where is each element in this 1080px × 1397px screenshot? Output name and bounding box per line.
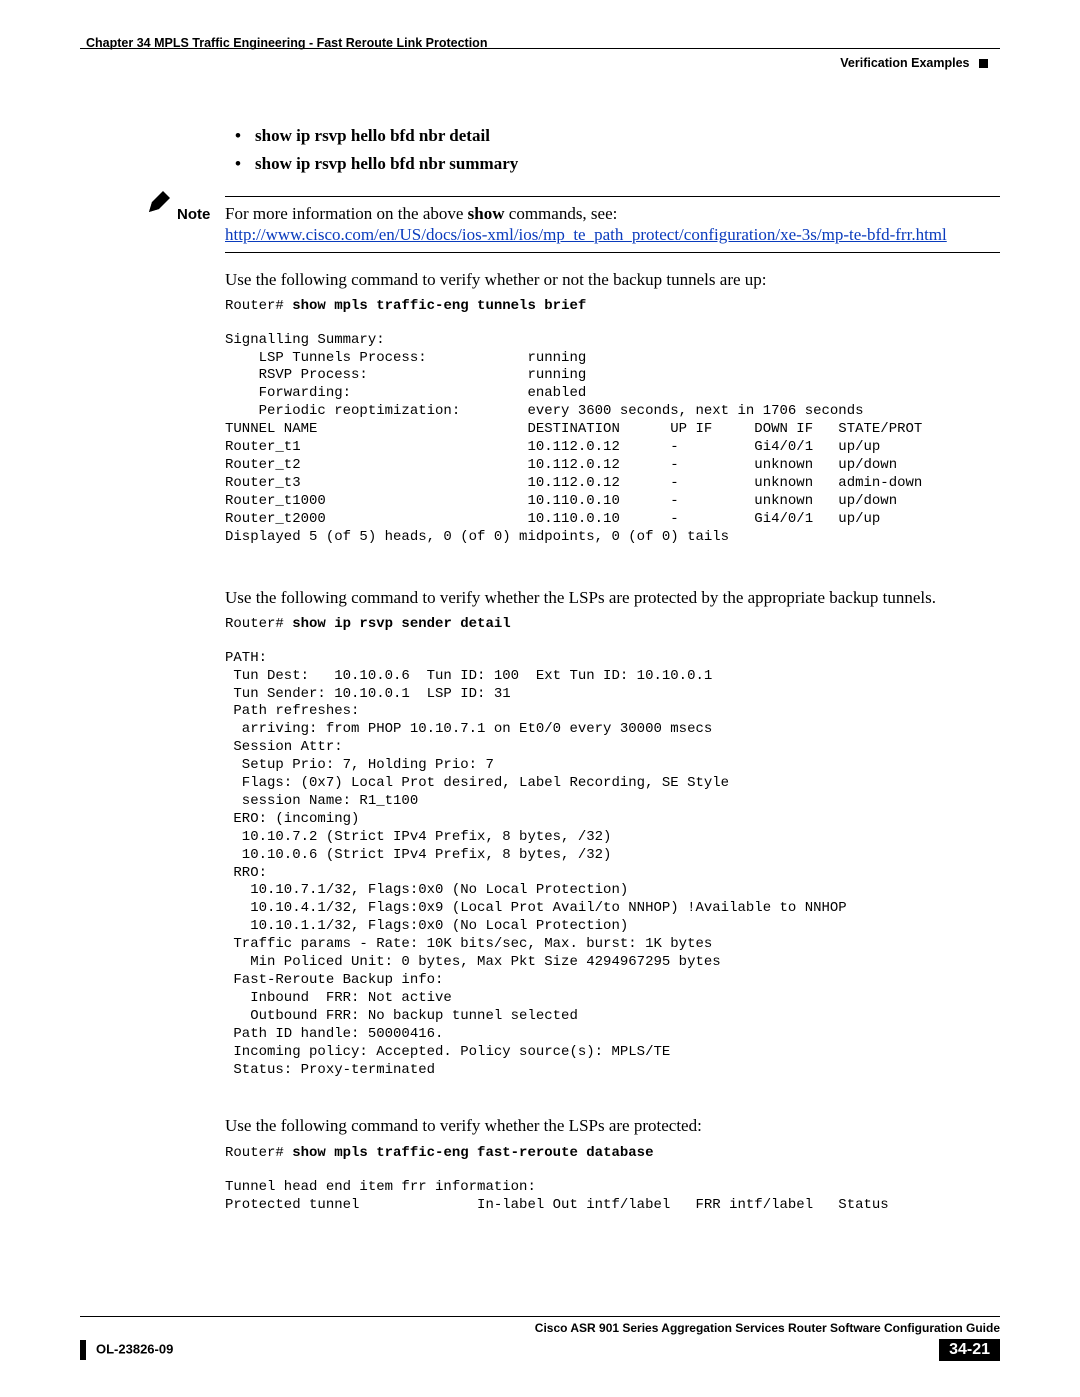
note-text-mid: commands, see: — [505, 204, 618, 223]
footer-title: Cisco ASR 901 Series Aggregation Service… — [80, 1321, 1000, 1335]
note-link[interactable]: http://www.cisco.com/en/US/docs/ios-xml/… — [225, 225, 947, 244]
output-block-2: PATH: Tun Dest: 10.10.0.6 Tun ID: 100 Ex… — [225, 632, 1000, 1080]
footer-left: OL-23826-09 — [80, 1340, 173, 1360]
pencil-icon — [145, 190, 173, 216]
note-body: For more information on the above show c… — [225, 203, 1000, 252]
note-block: Note For more information on the above s… — [145, 196, 1000, 253]
command-2: show ip rsvp sender detail — [292, 616, 510, 632]
prompt-1: Router# — [225, 298, 292, 314]
command-line-3: Router# show mpls traffic-eng fast-rerou… — [225, 1143, 1000, 1161]
bullet-item-2: show ip rsvp hello bfd nbr summary — [225, 154, 1000, 174]
command-line-1: Router# show mpls traffic-eng tunnels br… — [225, 296, 1000, 314]
paragraph-2: Use the following command to verify whet… — [225, 587, 1000, 608]
note-text-prefix: For more information on the above — [225, 204, 468, 223]
page-number: 34-21 — [939, 1339, 1000, 1361]
footer-bar-icon — [80, 1340, 86, 1360]
paragraph-1: Use the following command to verify whet… — [225, 269, 1000, 290]
bullet-item-1: show ip rsvp hello bfd nbr detail — [225, 126, 1000, 146]
command-1: show mpls traffic-eng tunnels brief — [292, 298, 586, 314]
header-square-icon — [979, 59, 988, 68]
header-rule — [80, 48, 1000, 49]
output-block-1: Signalling Summary: LSP Tunnels Process:… — [225, 314, 1000, 547]
prompt-3: Router# — [225, 1145, 292, 1161]
prompt-2: Router# — [225, 616, 292, 632]
footer-doc-number: OL-23826-09 — [96, 1342, 173, 1357]
command-3: show mpls traffic-eng fast-reroute datab… — [292, 1145, 653, 1161]
note-bold-word: show — [468, 204, 505, 223]
command-line-2: Router# show ip rsvp sender detail — [225, 614, 1000, 632]
paragraph-3: Use the following command to verify whet… — [225, 1115, 1000, 1136]
section-text: Verification Examples — [840, 56, 969, 70]
section-heading: Verification Examples — [840, 56, 988, 70]
bullet-list: show ip rsvp hello bfd nbr detail show i… — [225, 126, 1000, 174]
output-block-3: Tunnel head end item frr information: Pr… — [225, 1161, 1000, 1215]
note-label: Note — [177, 206, 210, 223]
footer: Cisco ASR 901 Series Aggregation Service… — [80, 1316, 1000, 1361]
